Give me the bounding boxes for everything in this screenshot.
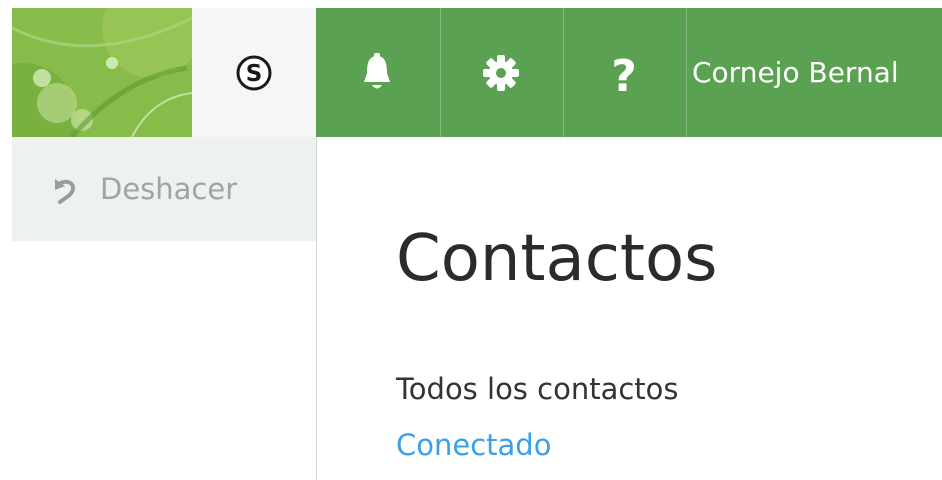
- left-panel: Deshacer: [12, 137, 316, 480]
- page-title: Contactos: [396, 222, 718, 296]
- bell-icon: [364, 52, 390, 88]
- top-header-bar: S ? Cornejo Bernal: [12, 8, 942, 137]
- undo-icon: [55, 179, 75, 204]
- window-top-edge: [0, 0, 942, 8]
- settings-button[interactable]: [440, 8, 562, 137]
- notifications-button[interactable]: [316, 8, 438, 137]
- theme-artwork: [12, 8, 192, 137]
- svg-text:S: S: [246, 61, 263, 87]
- skype-button[interactable]: S: [192, 8, 316, 137]
- header-separator: [686, 8, 687, 137]
- user-name-button[interactable]: Cornejo Bernal: [692, 8, 899, 137]
- nav-connected[interactable]: Conectado: [396, 428, 551, 462]
- panel-divider: [316, 137, 317, 480]
- skype-icon: S: [236, 55, 272, 90]
- help-icon: ?: [611, 51, 637, 95]
- undo-label: Deshacer: [100, 172, 238, 206]
- help-button[interactable]: ?: [563, 8, 685, 137]
- nav-all-contacts[interactable]: Todos los contactos: [396, 372, 679, 406]
- svg-text:?: ?: [611, 51, 637, 95]
- gear-icon: [483, 54, 519, 91]
- undo-button[interactable]: Deshacer: [12, 137, 316, 241]
